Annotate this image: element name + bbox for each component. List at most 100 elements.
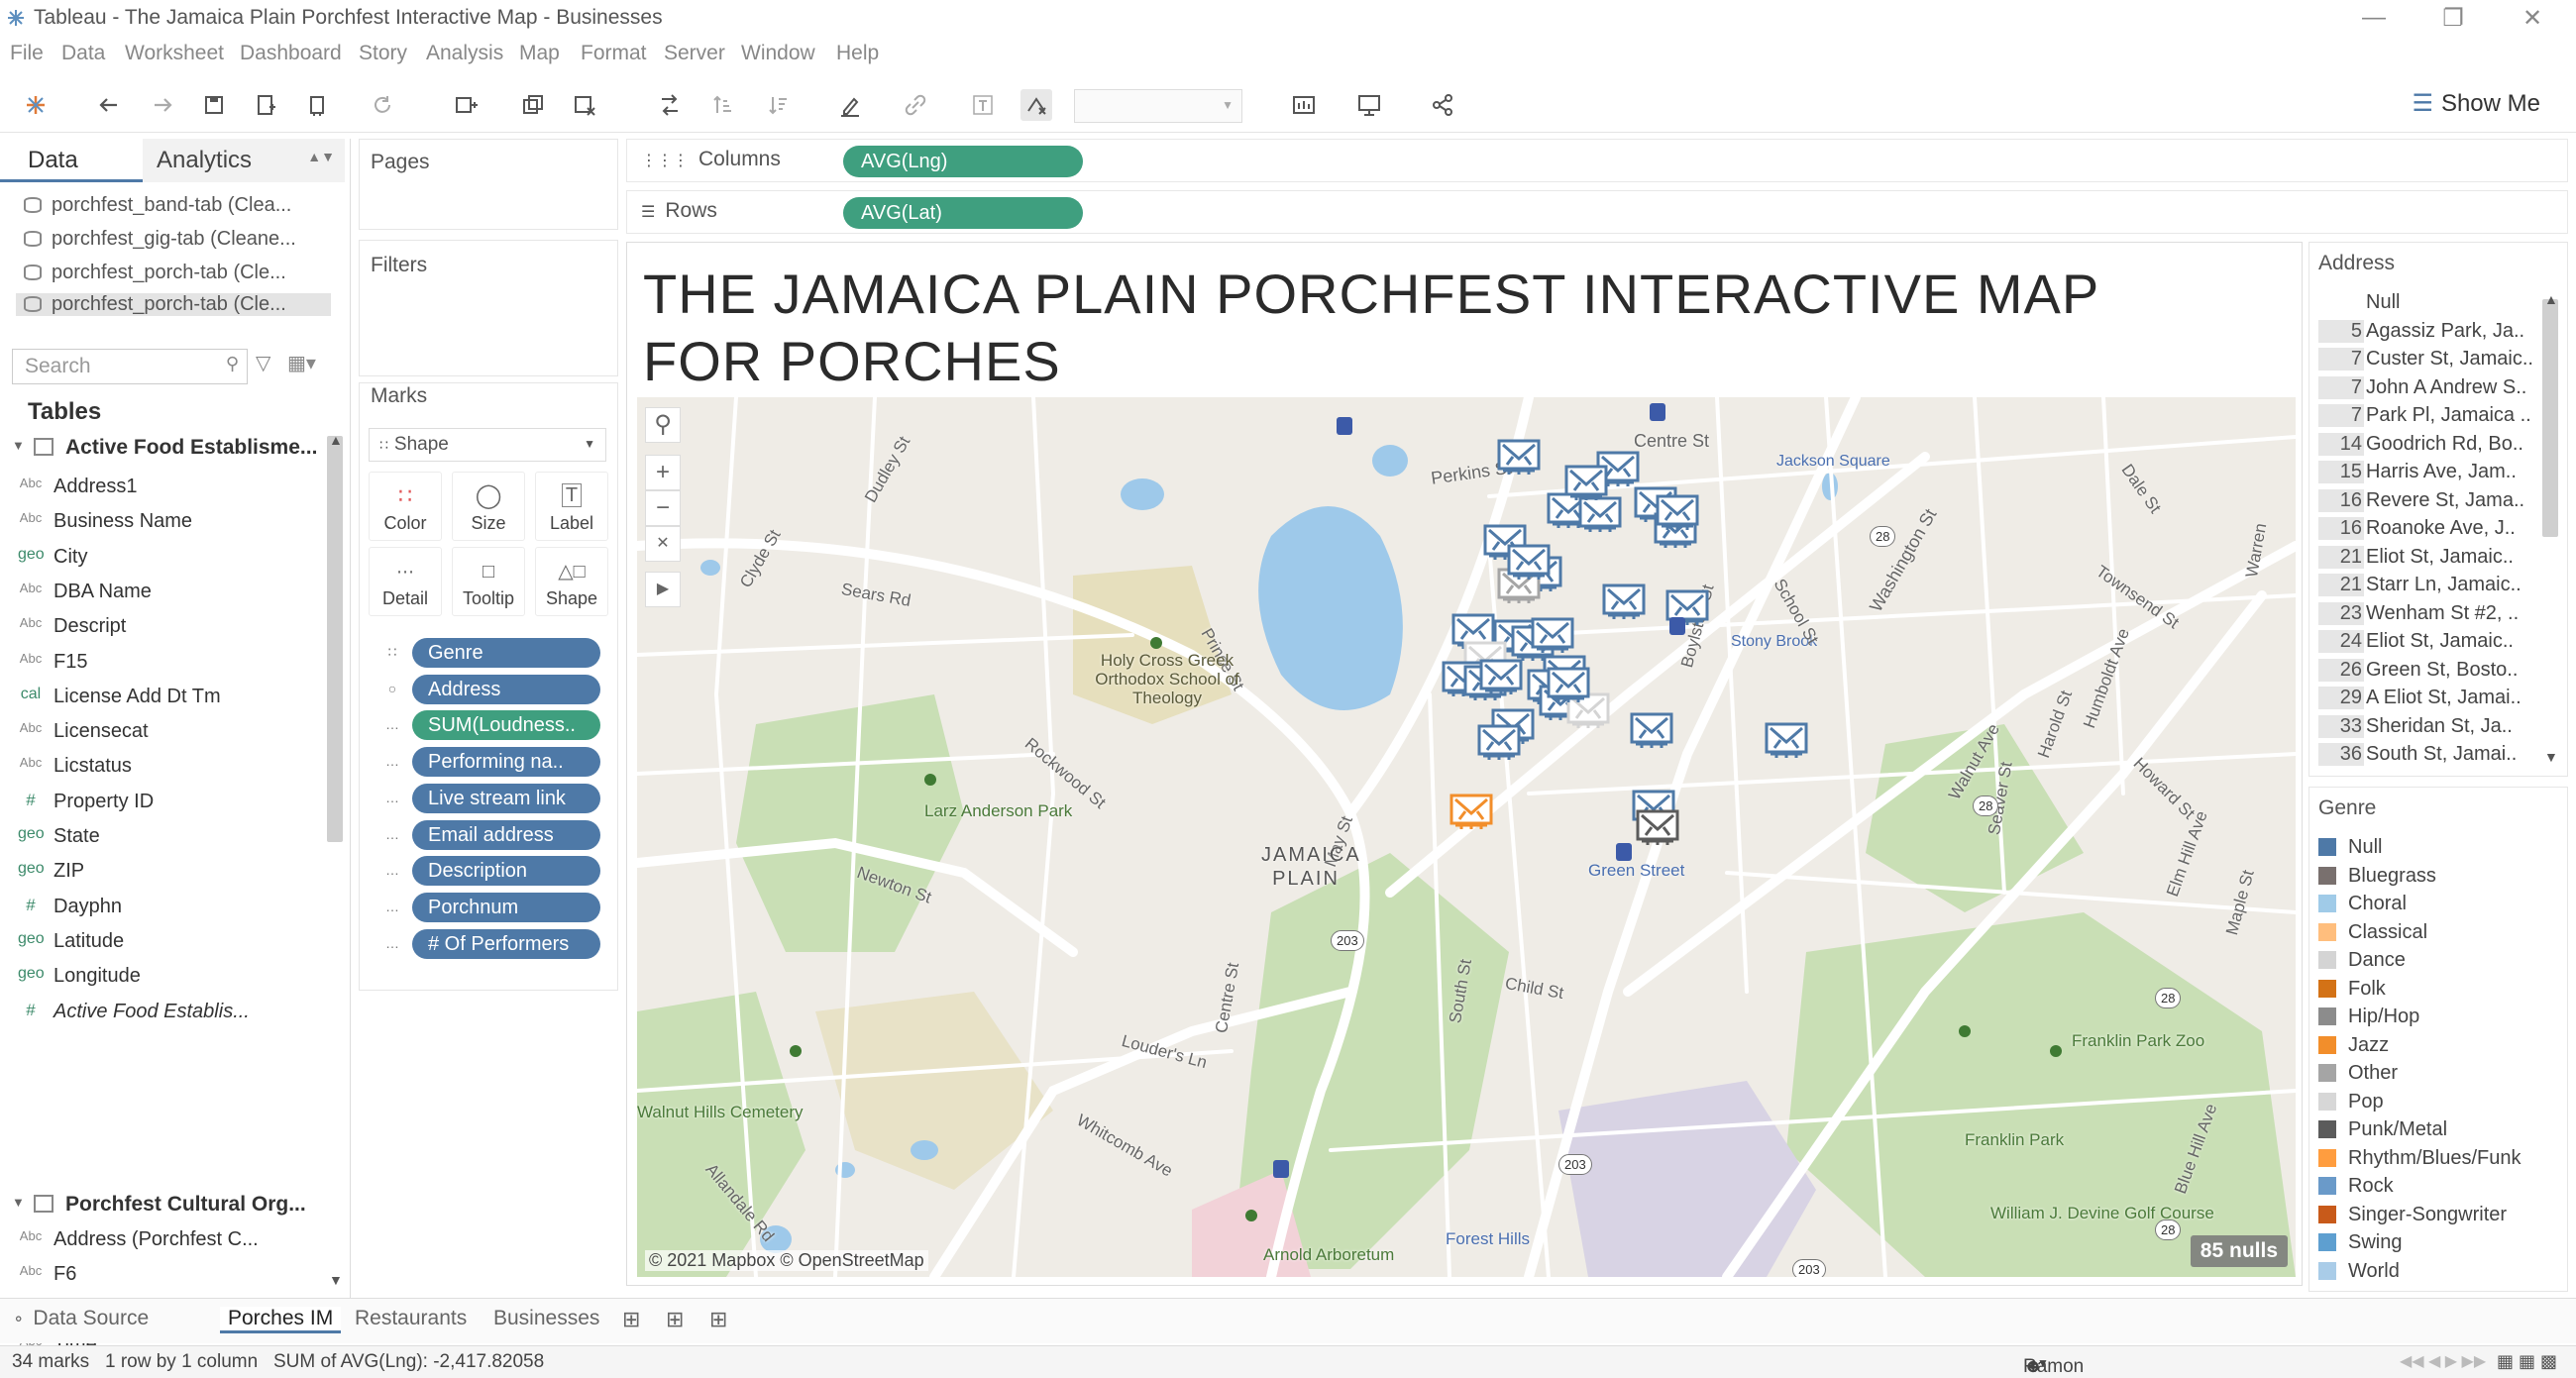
datasource-item[interactable]: porchfest_band-tab (Clea...: [24, 194, 331, 217]
scroll-up-icon[interactable]: ▲: [329, 432, 343, 448]
sort-descending-icon[interactable]: [763, 89, 795, 121]
show-labels-icon[interactable]: [967, 89, 999, 121]
new-dashboard-icon[interactable]: ⊞: [666, 1307, 684, 1332]
save-icon[interactable]: [198, 89, 230, 121]
left-scrollbar[interactable]: [327, 436, 343, 842]
highlight-icon[interactable]: [834, 89, 866, 121]
porch-marker-icon[interactable]: [1477, 724, 1521, 760]
marks-pill[interactable]: Live stream link: [412, 783, 600, 813]
menu-format[interactable]: Format: [581, 42, 647, 65]
tab-analytics[interactable]: Analytics ▲▼: [143, 139, 345, 182]
map-search-icon[interactable]: ⚲: [645, 407, 681, 443]
field-item[interactable]: # Active Food Establis...: [26, 1001, 250, 1023]
genre-legend-item[interactable]: Bluegrass: [2318, 865, 2436, 888]
menu-dashboard[interactable]: Dashboard: [240, 42, 342, 65]
fit-width-icon[interactable]: [1288, 89, 1320, 121]
genre-legend-item[interactable]: Folk: [2318, 978, 2386, 1001]
field-item[interactable]: Abc Licensecat: [20, 720, 149, 743]
field-item[interactable]: Abc F15: [20, 651, 88, 674]
field-item[interactable]: Abc Licstatus: [20, 755, 132, 778]
restore-icon[interactable]: ❐: [2433, 4, 2473, 33]
tab-restaurants[interactable]: Restaurants: [355, 1307, 467, 1330]
rows-pill-avg-lat[interactable]: AVG(Lat): [843, 197, 1083, 229]
share-icon[interactable]: [1427, 89, 1458, 121]
genre-legend-item[interactable]: Other: [2318, 1062, 2398, 1085]
pause-updates-icon[interactable]: [301, 89, 333, 121]
genre-legend-item[interactable]: Pop: [2318, 1091, 2384, 1113]
field-item[interactable]: Abc F6: [20, 1263, 77, 1286]
minimize-icon[interactable]: —: [2354, 4, 2394, 32]
menu-map[interactable]: Map: [519, 42, 560, 65]
map[interactable]: Centre St Perkins St Jackson Square Sears R…: [637, 397, 2296, 1277]
nulls-indicator[interactable]: 85 nulls: [2190, 1235, 2288, 1267]
close-icon[interactable]: ✕: [2513, 4, 2552, 33]
field-item[interactable]: Abc Business Name: [20, 510, 192, 533]
zoom-out-icon[interactable]: −: [645, 490, 681, 526]
table-header-food[interactable]: Active Food Establisme...: [65, 436, 317, 460]
porch-marker-icon[interactable]: [1656, 494, 1699, 530]
address-legend-item[interactable]: 14 Goodrich Rd, Bo..: [2318, 432, 2546, 456]
genre-legend-item[interactable]: Rhythm/Blues/Funk: [2318, 1147, 2522, 1170]
genre-legend-item[interactable]: Jazz: [2318, 1034, 2389, 1057]
porch-marker-icon[interactable]: [1636, 809, 1679, 845]
scroll-down-icon[interactable]: ▼: [329, 1272, 343, 1288]
mark-type-dropdown[interactable]: ∷ Shape ▼: [369, 428, 606, 462]
porch-marker-icon[interactable]: [1602, 583, 1646, 619]
marks-layer[interactable]: [637, 397, 2296, 1277]
address-legend-item[interactable]: 5 Agassiz Park, Ja..: [2318, 319, 2546, 343]
datasource-item[interactable]: porchfest_gig-tab (Cleane...: [24, 228, 331, 251]
field-item[interactable]: Abc Address (Porchfest C...: [20, 1228, 259, 1251]
porch-marker-icon[interactable]: [1531, 617, 1574, 653]
marks-pill[interactable]: # Of Performers: [412, 928, 600, 959]
menu-file[interactable]: File: [10, 42, 44, 65]
genre-legend-item[interactable]: World: [2318, 1260, 2400, 1283]
columns-shelf[interactable]: ⋮⋮⋮ Columns AVG(Lng): [626, 139, 2568, 182]
genre-legend-item[interactable]: Hip/Hop: [2318, 1006, 2419, 1028]
genre-legend-item[interactable]: Choral: [2318, 893, 2407, 915]
new-datasource-icon[interactable]: [250, 89, 281, 121]
address-legend-item[interactable]: Null: [2318, 291, 2546, 314]
scroll-down-icon[interactable]: ▼: [2544, 749, 2558, 765]
field-item[interactable]: geo State: [18, 825, 100, 848]
rows-shelf[interactable]: ☰ Rows AVG(Lat): [626, 190, 2568, 234]
porch-marker-icon[interactable]: [1547, 667, 1590, 702]
address-legend-item[interactable]: 15 Harris Ave, Jam..: [2318, 461, 2546, 483]
field-item[interactable]: geo ZIP: [18, 860, 84, 883]
tab-data-source[interactable]: ⚬ Data Source: [12, 1307, 149, 1330]
clear-sheet-icon[interactable]: [569, 89, 600, 121]
tab-data[interactable]: Data: [0, 139, 143, 182]
fit-dropdown[interactable]: ▼: [1074, 89, 1242, 123]
menu-server[interactable]: Server: [664, 42, 725, 65]
menu-data[interactable]: Data: [61, 42, 105, 65]
field-item[interactable]: cal License Add Dt Tm: [21, 686, 221, 708]
zoom-in-icon[interactable]: +: [645, 455, 681, 490]
porch-marker-icon[interactable]: [1497, 439, 1541, 475]
search-input[interactable]: Search ⚲: [12, 349, 248, 384]
map-toolbar-expand-icon[interactable]: ▶: [645, 572, 681, 607]
field-item[interactable]: geo Longitude: [18, 965, 141, 988]
address-legend-item[interactable]: 36 South St, Jamai..: [2318, 743, 2546, 766]
presentation-icon[interactable]: [1353, 89, 1385, 121]
table-header-porchfest[interactable]: Porchfest Cultural Org...: [65, 1193, 306, 1217]
field-item[interactable]: # Property ID: [26, 791, 154, 813]
address-legend-item[interactable]: 26 Green St, Bosto..: [2318, 658, 2546, 682]
duplicate-icon[interactable]: [517, 89, 549, 121]
scroll-up-icon[interactable]: ▲: [2544, 291, 2558, 307]
porch-marker-icon[interactable]: [1479, 659, 1523, 694]
genre-legend-item[interactable]: Rock: [2318, 1175, 2394, 1198]
tableau-home-icon[interactable]: [20, 89, 52, 121]
fix-axes-icon[interactable]: [1020, 89, 1052, 121]
field-item[interactable]: Abc Descript: [20, 615, 127, 638]
address-scrollbar[interactable]: [2542, 299, 2558, 537]
field-item[interactable]: geo Latitude: [18, 930, 124, 953]
porch-marker-icon[interactable]: [1507, 544, 1551, 580]
view-list-icon[interactable]: ▦▾: [287, 351, 316, 375]
address-legend-item[interactable]: 21 Eliot St, Jamaic..: [2318, 545, 2546, 569]
porch-marker-icon[interactable]: [1449, 794, 1493, 829]
collapse-icon[interactable]: ▼: [12, 438, 25, 453]
datasource-item-selected[interactable]: porchfest_porch-tab (Cle...: [16, 293, 331, 316]
new-worksheet-icon[interactable]: ⊞: [622, 1307, 640, 1332]
address-legend-item[interactable]: 16 Roanoke Ave, J..: [2318, 517, 2546, 540]
menu-help[interactable]: Help: [836, 42, 879, 65]
new-worksheet-icon[interactable]: [450, 89, 482, 121]
